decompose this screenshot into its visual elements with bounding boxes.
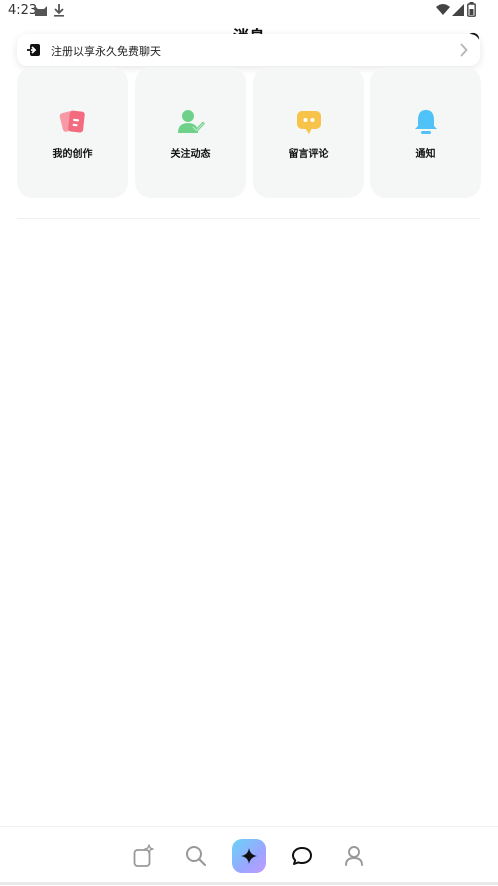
divider <box>17 218 480 219</box>
follow-user-icon <box>135 109 246 137</box>
tile-label: 通知 <box>415 149 436 160</box>
user-icon <box>345 846 363 866</box>
battery-icon <box>467 2 476 21</box>
edit-sparkle-icon <box>133 844 154 867</box>
tile-my-creations[interactable]: 我的创作 <box>17 67 128 198</box>
wifi-icon <box>436 2 450 21</box>
tile-label: 留言评论 <box>288 149 329 160</box>
nav-search-button[interactable] <box>179 839 213 873</box>
search-icon <box>186 846 207 867</box>
download-icon <box>53 2 65 21</box>
signal-icon <box>452 2 464 21</box>
nav-create-button[interactable] <box>126 839 160 873</box>
tile-comments[interactable]: 留言评论 <box>253 67 364 198</box>
chevron-right-icon <box>460 42 468 61</box>
cat-notification-icon <box>34 2 48 21</box>
nav-messages-button[interactable] <box>285 839 319 873</box>
comment-bubble-icon <box>253 109 364 137</box>
bottom-nav <box>0 826 498 886</box>
tile-label: 我的创作 <box>52 149 93 160</box>
tile-label: 关注动态 <box>170 149 211 160</box>
nav-profile-button[interactable] <box>337 839 371 873</box>
nav-ai-button[interactable] <box>232 839 266 873</box>
register-banner[interactable]: 注册以享永久免费聊天 <box>17 34 480 66</box>
chat-icon <box>292 847 312 865</box>
login-icon <box>27 42 41 61</box>
status-bar: 4:23 <box>0 0 498 22</box>
creations-icon <box>17 109 128 137</box>
sparkle-icon <box>241 848 257 864</box>
banner-text: 注册以享永久免费聊天 <box>51 45 161 58</box>
bell-icon <box>370 109 481 137</box>
tile-notifications[interactable]: 通知 <box>370 67 481 198</box>
tile-follow-updates[interactable]: 关注动态 <box>135 67 246 198</box>
status-time: 4:23 <box>8 3 38 18</box>
